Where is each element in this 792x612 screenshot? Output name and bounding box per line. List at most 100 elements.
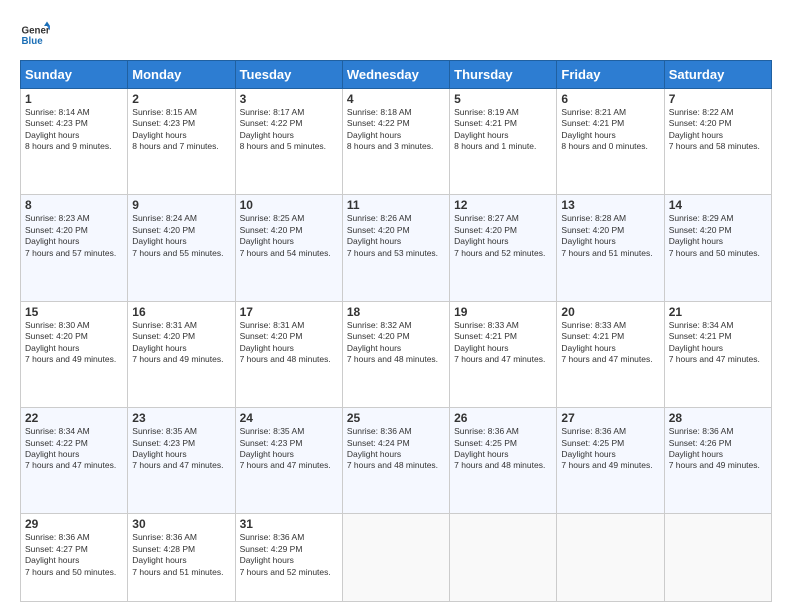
day-number: 18 [347,305,445,319]
calendar-header-saturday: Saturday [664,61,771,89]
day-number: 15 [25,305,123,319]
svg-text:Blue: Blue [22,36,44,47]
day-number: 31 [240,517,338,531]
calendar-cell: 17Sunrise: 8:31 AMSunset: 4:20 PMDayligh… [235,301,342,407]
calendar: SundayMondayTuesdayWednesdayThursdayFrid… [20,60,772,602]
svg-text:General: General [22,26,51,37]
calendar-cell: 9Sunrise: 8:24 AMSunset: 4:20 PMDaylight… [128,195,235,301]
calendar-cell: 8Sunrise: 8:23 AMSunset: 4:20 PMDaylight… [21,195,128,301]
calendar-header-monday: Monday [128,61,235,89]
cell-info: Sunrise: 8:29 AMSunset: 4:20 PMDaylight … [669,213,767,259]
cell-info: Sunrise: 8:34 AMSunset: 4:21 PMDaylight … [669,320,767,366]
calendar-week-row: 15Sunrise: 8:30 AMSunset: 4:20 PMDayligh… [21,301,772,407]
header: General Blue [20,20,772,50]
calendar-cell: 18Sunrise: 8:32 AMSunset: 4:20 PMDayligh… [342,301,449,407]
day-number: 25 [347,411,445,425]
day-number: 2 [132,92,230,106]
cell-info: Sunrise: 8:28 AMSunset: 4:20 PMDaylight … [561,213,659,259]
cell-info: Sunrise: 8:36 AMSunset: 4:25 PMDaylight … [454,426,552,472]
calendar-cell: 31Sunrise: 8:36 AMSunset: 4:29 PMDayligh… [235,514,342,602]
cell-info: Sunrise: 8:32 AMSunset: 4:20 PMDaylight … [347,320,445,366]
day-number: 9 [132,198,230,212]
cell-info: Sunrise: 8:30 AMSunset: 4:20 PMDaylight … [25,320,123,366]
cell-info: Sunrise: 8:26 AMSunset: 4:20 PMDaylight … [347,213,445,259]
day-number: 29 [25,517,123,531]
cell-info: Sunrise: 8:33 AMSunset: 4:21 PMDaylight … [454,320,552,366]
cell-info: Sunrise: 8:36 AMSunset: 4:27 PMDaylight … [25,532,123,578]
calendar-week-row: 8Sunrise: 8:23 AMSunset: 4:20 PMDaylight… [21,195,772,301]
day-number: 17 [240,305,338,319]
calendar-cell: 16Sunrise: 8:31 AMSunset: 4:20 PMDayligh… [128,301,235,407]
cell-info: Sunrise: 8:36 AMSunset: 4:29 PMDaylight … [240,532,338,578]
calendar-week-row: 29Sunrise: 8:36 AMSunset: 4:27 PMDayligh… [21,514,772,602]
calendar-header-wednesday: Wednesday [342,61,449,89]
calendar-cell: 19Sunrise: 8:33 AMSunset: 4:21 PMDayligh… [450,301,557,407]
calendar-cell: 2Sunrise: 8:15 AMSunset: 4:23 PMDaylight… [128,89,235,195]
calendar-header-friday: Friday [557,61,664,89]
day-number: 19 [454,305,552,319]
calendar-header-tuesday: Tuesday [235,61,342,89]
calendar-cell: 14Sunrise: 8:29 AMSunset: 4:20 PMDayligh… [664,195,771,301]
cell-info: Sunrise: 8:35 AMSunset: 4:23 PMDaylight … [132,426,230,472]
cell-info: Sunrise: 8:21 AMSunset: 4:21 PMDaylight … [561,107,659,153]
cell-info: Sunrise: 8:15 AMSunset: 4:23 PMDaylight … [132,107,230,153]
calendar-cell: 20Sunrise: 8:33 AMSunset: 4:21 PMDayligh… [557,301,664,407]
calendar-header-thursday: Thursday [450,61,557,89]
day-number: 14 [669,198,767,212]
calendar-cell: 6Sunrise: 8:21 AMSunset: 4:21 PMDaylight… [557,89,664,195]
cell-info: Sunrise: 8:23 AMSunset: 4:20 PMDaylight … [25,213,123,259]
cell-info: Sunrise: 8:36 AMSunset: 4:25 PMDaylight … [561,426,659,472]
cell-info: Sunrise: 8:36 AMSunset: 4:24 PMDaylight … [347,426,445,472]
cell-info: Sunrise: 8:18 AMSunset: 4:22 PMDaylight … [347,107,445,153]
day-number: 6 [561,92,659,106]
cell-info: Sunrise: 8:27 AMSunset: 4:20 PMDaylight … [454,213,552,259]
cell-info: Sunrise: 8:34 AMSunset: 4:22 PMDaylight … [25,426,123,472]
calendar-cell: 30Sunrise: 8:36 AMSunset: 4:28 PMDayligh… [128,514,235,602]
calendar-cell: 12Sunrise: 8:27 AMSunset: 4:20 PMDayligh… [450,195,557,301]
calendar-cell: 1Sunrise: 8:14 AMSunset: 4:23 PMDaylight… [21,89,128,195]
calendar-cell: 7Sunrise: 8:22 AMSunset: 4:20 PMDaylight… [664,89,771,195]
day-number: 10 [240,198,338,212]
day-number: 4 [347,92,445,106]
calendar-week-row: 1Sunrise: 8:14 AMSunset: 4:23 PMDaylight… [21,89,772,195]
logo: General Blue [20,20,50,50]
calendar-header-sunday: Sunday [21,61,128,89]
day-number: 13 [561,198,659,212]
cell-info: Sunrise: 8:36 AMSunset: 4:28 PMDaylight … [132,532,230,578]
day-number: 26 [454,411,552,425]
calendar-cell [664,514,771,602]
calendar-cell: 13Sunrise: 8:28 AMSunset: 4:20 PMDayligh… [557,195,664,301]
calendar-cell: 24Sunrise: 8:35 AMSunset: 4:23 PMDayligh… [235,408,342,514]
day-number: 1 [25,92,123,106]
calendar-cell: 25Sunrise: 8:36 AMSunset: 4:24 PMDayligh… [342,408,449,514]
day-number: 27 [561,411,659,425]
calendar-cell: 29Sunrise: 8:36 AMSunset: 4:27 PMDayligh… [21,514,128,602]
calendar-cell: 28Sunrise: 8:36 AMSunset: 4:26 PMDayligh… [664,408,771,514]
day-number: 11 [347,198,445,212]
day-number: 16 [132,305,230,319]
calendar-week-row: 22Sunrise: 8:34 AMSunset: 4:22 PMDayligh… [21,408,772,514]
cell-info: Sunrise: 8:22 AMSunset: 4:20 PMDaylight … [669,107,767,153]
cell-info: Sunrise: 8:31 AMSunset: 4:20 PMDaylight … [132,320,230,366]
day-number: 12 [454,198,552,212]
day-number: 7 [669,92,767,106]
cell-info: Sunrise: 8:19 AMSunset: 4:21 PMDaylight … [454,107,552,153]
day-number: 3 [240,92,338,106]
cell-info: Sunrise: 8:25 AMSunset: 4:20 PMDaylight … [240,213,338,259]
calendar-cell: 4Sunrise: 8:18 AMSunset: 4:22 PMDaylight… [342,89,449,195]
day-number: 28 [669,411,767,425]
day-number: 8 [25,198,123,212]
cell-info: Sunrise: 8:17 AMSunset: 4:22 PMDaylight … [240,107,338,153]
calendar-cell [342,514,449,602]
calendar-cell: 3Sunrise: 8:17 AMSunset: 4:22 PMDaylight… [235,89,342,195]
day-number: 30 [132,517,230,531]
cell-info: Sunrise: 8:24 AMSunset: 4:20 PMDaylight … [132,213,230,259]
cell-info: Sunrise: 8:36 AMSunset: 4:26 PMDaylight … [669,426,767,472]
calendar-cell: 22Sunrise: 8:34 AMSunset: 4:22 PMDayligh… [21,408,128,514]
calendar-cell: 10Sunrise: 8:25 AMSunset: 4:20 PMDayligh… [235,195,342,301]
day-number: 5 [454,92,552,106]
calendar-cell: 5Sunrise: 8:19 AMSunset: 4:21 PMDaylight… [450,89,557,195]
calendar-cell [450,514,557,602]
day-number: 22 [25,411,123,425]
cell-info: Sunrise: 8:33 AMSunset: 4:21 PMDaylight … [561,320,659,366]
